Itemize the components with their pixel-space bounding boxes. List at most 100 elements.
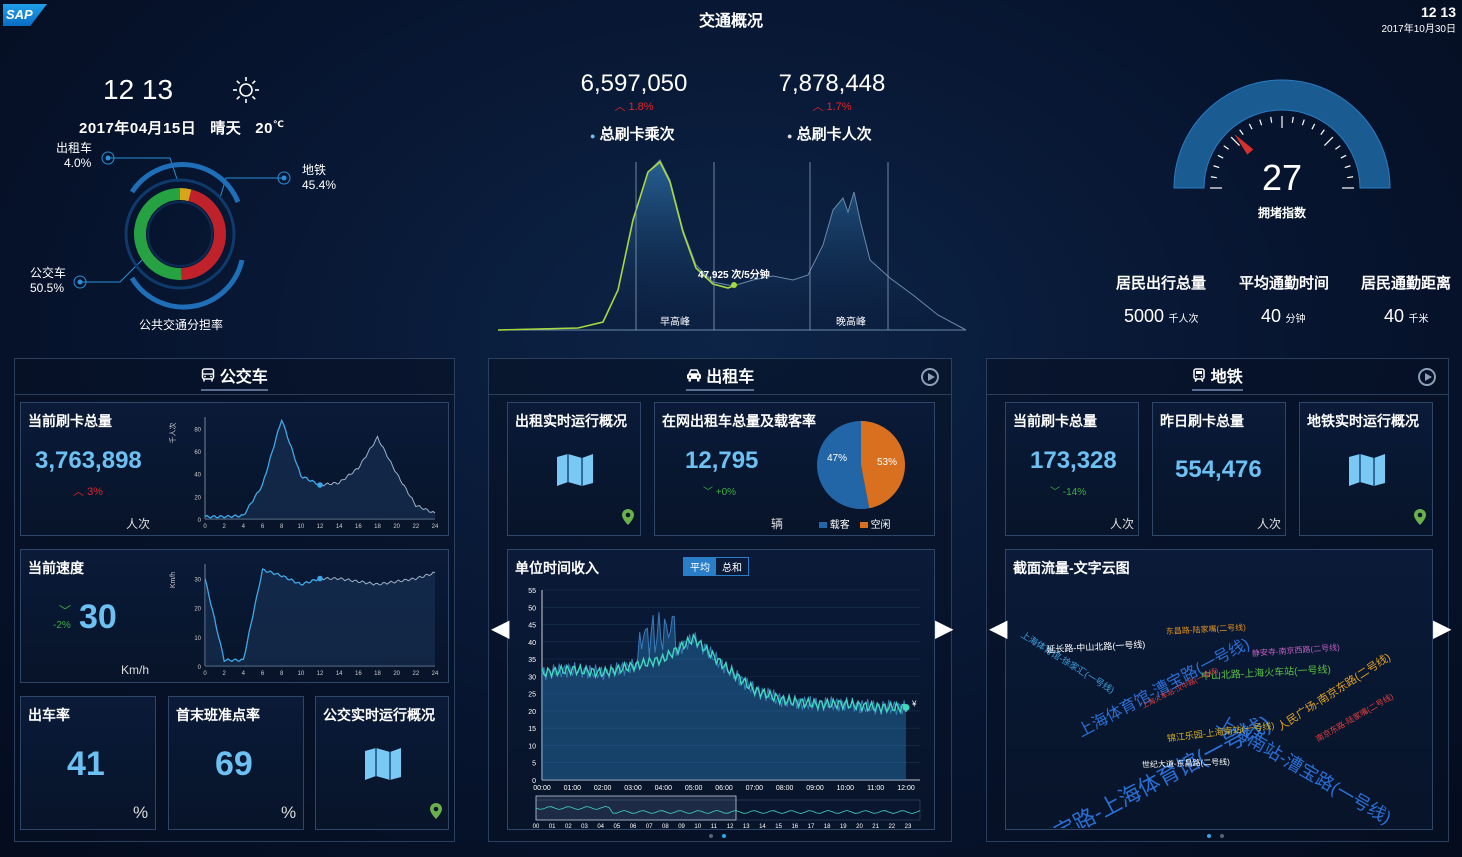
gauge-tick xyxy=(1223,145,1229,150)
bus-swipe-card: 当前刷卡总量 3,763,898 ︿ 3% 人次 0 20 40 60 80 0 2 4 6 8 1… xyxy=(20,402,449,536)
x-tick-label: 24 xyxy=(432,524,439,530)
metro-label: 地铁 xyxy=(302,163,327,177)
y-tick-label: 10 xyxy=(528,743,536,750)
resident-time-row: 40 分钟 xyxy=(1261,306,1305,327)
word-cloud: 漕宝路-上海体育馆(一号线)上海南站-漕宝路(一号线)上海体育馆-漕宝路(一号线… xyxy=(1019,622,1395,828)
evening-peak-label: 晚高峰 xyxy=(836,315,866,328)
ontime-title: 首末班准点率 xyxy=(176,707,260,723)
map-icon[interactable] xyxy=(1347,453,1387,487)
metro-swipe-value: 173,328 xyxy=(1030,447,1117,474)
legend-loaded: 载客 xyxy=(819,516,850,531)
y-tick-label: 50 xyxy=(528,605,536,612)
x-tick-label: 18 xyxy=(374,524,381,530)
gauge-tick xyxy=(1340,154,1347,159)
series-area xyxy=(205,569,435,666)
y-tick-label: 20 xyxy=(528,709,536,716)
brush-tick-label: 14 xyxy=(759,824,766,829)
up-arrow-icon: ︿ xyxy=(812,101,824,113)
next-arrow-icon[interactable]: ▶ xyxy=(935,614,953,643)
next-arrow-icon[interactable]: ▶ xyxy=(1433,614,1451,643)
gauge-tick xyxy=(1239,129,1244,135)
pager-dot-active[interactable] xyxy=(722,834,726,838)
y-tick-label: 40 xyxy=(194,473,201,479)
brush-tick-label: 12 xyxy=(727,824,734,829)
location-pin-icon[interactable] xyxy=(622,509,634,525)
x-tick-label: 16 xyxy=(355,524,362,530)
bus-realtime-card[interactable]: 公交实时运行概况 xyxy=(315,696,449,830)
taxi-segment xyxy=(179,188,192,202)
y-tick-label: 45 xyxy=(528,623,536,630)
loaded-pct: 53% xyxy=(877,457,897,468)
word-cloud-card: 截面流量-文字云图 漕宝路-上海体育馆(一号线) 上海南站-漕宝路(一号线) 上海体… xyxy=(1005,549,1433,830)
weather-temp: 20 xyxy=(255,120,273,137)
prev-arrow-icon[interactable]: ◀ xyxy=(989,614,1007,643)
y-tick-label: 35 xyxy=(528,657,536,664)
taxi-icon xyxy=(686,368,706,386)
bus-speed-chart: 01020300 2 4 6 8 10 12 14 16 18 20 22 24Km/h xyxy=(170,564,439,677)
play-icon[interactable] xyxy=(921,368,939,386)
metro-yday-value: 554,476 xyxy=(1175,456,1262,483)
x-tick-label: 09:00 xyxy=(806,785,824,792)
gauge-tick xyxy=(1301,119,1305,126)
brush-tick-label: 06 xyxy=(630,824,637,829)
map-icon[interactable] xyxy=(555,453,595,487)
bus-swipe-title: 当前刷卡总量 xyxy=(28,413,112,429)
dispatch-rate-card: 出车率 41 % xyxy=(20,696,156,830)
resident-dist-row: 40 千米 xyxy=(1384,306,1428,327)
x-tick-label: 4 xyxy=(242,671,246,677)
map-icon[interactable] xyxy=(363,747,403,781)
word-cloud-title: 截面流量-文字云图 xyxy=(1013,560,1130,576)
taxi-income-title: 单位时间收入 xyxy=(515,560,599,576)
header-clock: 12 13 2017年10月30日 xyxy=(1382,4,1457,35)
weather-condition: 晴天 xyxy=(210,120,242,137)
pager-dot-active[interactable] xyxy=(1207,834,1211,838)
x-tick-label: 08:00 xyxy=(776,785,794,792)
gauge-tick xyxy=(1270,116,1273,123)
play-icon[interactable] xyxy=(1418,368,1436,386)
brush-tick-label: 15 xyxy=(775,824,782,829)
up-arrow-icon: ︿ xyxy=(73,486,84,498)
prev-arrow-icon[interactable]: ◀ xyxy=(491,614,509,643)
gauge-tick xyxy=(1311,123,1316,130)
page-title: 交通概况 xyxy=(698,13,763,30)
toggle-sum[interactable]: 总和 xyxy=(716,558,748,575)
y-tick-label: 30 xyxy=(194,578,201,584)
metro-share-label: 地铁 45.4% xyxy=(302,163,336,193)
brush-tick-label: 05 xyxy=(614,824,621,829)
location-pin-icon[interactable] xyxy=(1414,509,1426,525)
location-pin-icon[interactable] xyxy=(430,803,442,819)
metro-segment xyxy=(180,189,226,280)
x-tick-label: 0 xyxy=(203,524,207,530)
pager-dot[interactable] xyxy=(709,834,713,838)
brush-tick-label: 19 xyxy=(840,824,847,829)
x-tick-label: 24 xyxy=(432,671,439,677)
bus-speed-title: 当前速度 xyxy=(28,560,84,576)
metro-icon xyxy=(1192,367,1210,386)
x-tick-label: 06:00 xyxy=(715,785,733,792)
brush-window[interactable] xyxy=(535,795,737,821)
taxi-realtime-card[interactable]: 出租实时运行概况 xyxy=(507,402,641,536)
flow-marker xyxy=(731,282,737,288)
bus-panel-header: 公交车 xyxy=(15,359,454,395)
metro-realtime-card[interactable]: 地铁实时运行概况 xyxy=(1299,402,1433,536)
metro-panel-header: 地铁 xyxy=(987,359,1448,395)
y-tick-label: 20 xyxy=(194,495,201,501)
toggle-avg[interactable]: 平均 xyxy=(684,558,716,575)
gauge-tick xyxy=(1335,145,1341,150)
x-tick-label: 03:00 xyxy=(624,785,642,792)
weather-time: 12 13 xyxy=(103,74,174,105)
metro-swipe-change-row: ﹀ -14% xyxy=(1050,487,1087,498)
x-tick-label: 12 xyxy=(317,671,324,677)
dispatch-unit: % xyxy=(133,803,149,822)
pager-dot[interactable] xyxy=(1220,834,1224,838)
bus-value: 50.5% xyxy=(30,281,65,295)
bus-speed-unit: Km/h xyxy=(121,663,150,677)
current-marker xyxy=(317,575,323,582)
metro-yday-card: 昨日刷卡总量 554,476 人次 xyxy=(1152,402,1286,536)
income-toggle: 平均 总和 xyxy=(683,557,749,576)
total-rides-kpi: 6,597,050 ︿ 1.8% xyxy=(578,70,690,114)
metro-panel-title: 地铁 xyxy=(1210,368,1243,386)
x-tick-label: 8 xyxy=(280,671,284,677)
y-tick-label: 5 xyxy=(532,761,536,768)
bus-speed-change: -2% xyxy=(53,620,71,631)
